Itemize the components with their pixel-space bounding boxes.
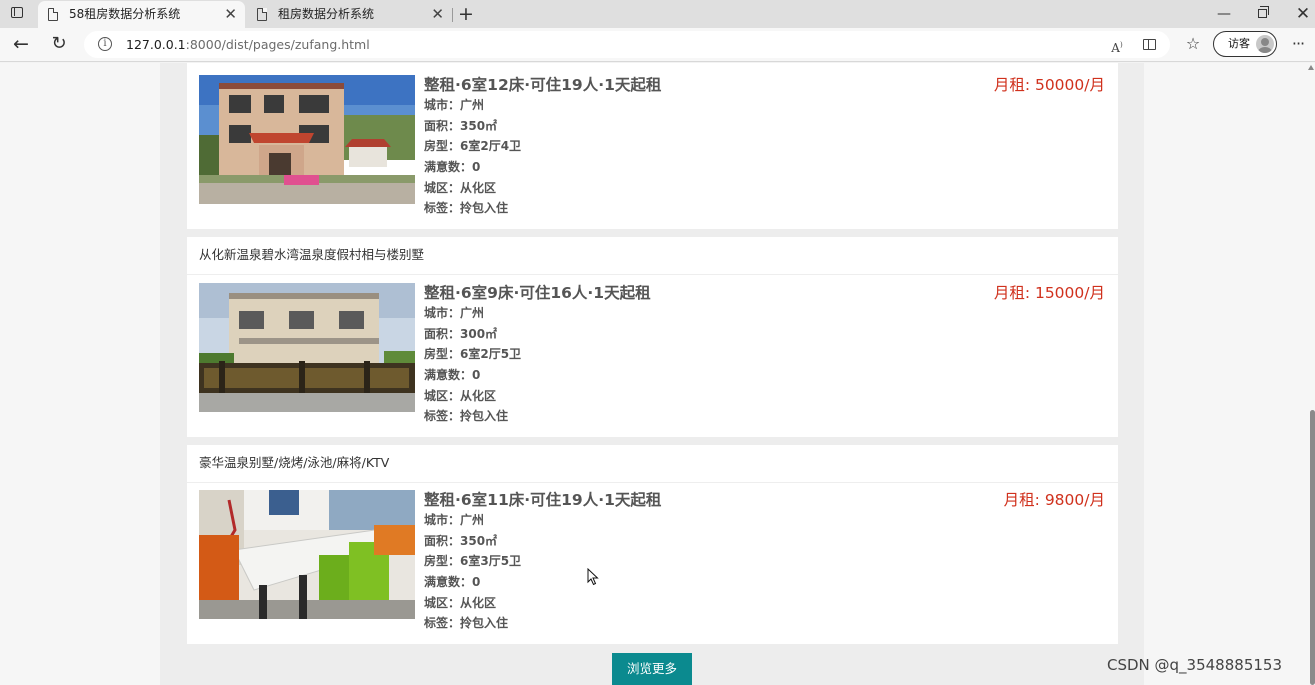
listing-photo[interactable] — [199, 490, 415, 619]
listing-title[interactable]: 豪华温泉别墅/烧烤/泳池/麻将/KTV — [199, 445, 389, 481]
listing-headline[interactable]: 整租·6室12床·可住19人·1天起租 — [424, 75, 924, 95]
listing-price: 月租: 50000/月 — [993, 76, 1105, 94]
listing-satisfaction: 满意数：0 — [424, 160, 481, 175]
more-icon[interactable]: ··· — [1288, 32, 1308, 56]
listing-card[interactable]: 豪华温泉别墅/烧烤/泳池/麻将/KTV 整租·6室11床·可住19人·1天起租 … — [187, 445, 1118, 644]
window-close-icon[interactable]: ✕ — [1293, 2, 1313, 26]
villa-photo-image — [199, 283, 415, 412]
close-icon[interactable]: ✕ — [431, 1, 444, 27]
favorites-icon[interactable]: ☆ — [1183, 34, 1203, 54]
url-text[interactable]: 127.0.0.1:8000/dist/pages/zufang.html — [126, 31, 370, 58]
tab-actions-icon[interactable] — [8, 6, 26, 22]
address-bar[interactable]: i 127.0.0.1:8000/dist/pages/zufang.html … — [84, 31, 1170, 58]
divider — [187, 482, 1118, 483]
reload-icon[interactable]: ↻ — [47, 32, 71, 56]
tab-separator — [452, 8, 453, 22]
page-icon — [257, 8, 267, 21]
watermark: CSDN @q_3548885153 — [1107, 656, 1282, 674]
tab-zufang-system[interactable]: 58租房数据分析系统 ✕ — [38, 1, 245, 28]
listing-city: 城市：广州 — [424, 513, 485, 527]
browser-toolbar: ← ↻ i 127.0.0.1:8000/dist/pages/zufang.h… — [0, 28, 1315, 62]
listing-info: 整租·6室9床·可住16人·1天起租 城市：广州 面积：300㎡ 房型：6室2厅… — [424, 283, 924, 427]
scroll-up-arrow-icon[interactable] — [1308, 65, 1314, 70]
listing-satisfaction: 满意数：0 — [424, 575, 481, 590]
page-icon — [48, 8, 58, 21]
listing-title[interactable]: 从化新温泉碧水湾温泉度假村相与楼别墅 — [199, 237, 424, 273]
dining-room-photo-image — [199, 490, 415, 619]
tab-title: 58租房数据分析系统 — [69, 7, 181, 21]
listing-price: 月租: 9800/月 — [1003, 491, 1105, 509]
avatar-icon — [1256, 35, 1274, 53]
url-host: 127.0.0.1 — [126, 37, 186, 52]
listing-card[interactable]: 从化新温泉碧水湾温泉度假村相与楼别墅 整租·6室9床·可住16人·1天起租 城市… — [187, 237, 1118, 437]
back-arrow-icon[interactable]: ← — [9, 32, 33, 56]
villa-photo-image — [199, 75, 415, 204]
info-icon[interactable]: i — [98, 37, 112, 51]
mouse-cursor-icon — [587, 568, 599, 586]
restore-icon[interactable] — [1252, 2, 1272, 26]
profile-button[interactable]: 访客 — [1213, 31, 1277, 57]
listing-layout: 房型：6室3厅5卫 — [424, 554, 522, 569]
listing-photo[interactable] — [199, 75, 415, 204]
listing-headline[interactable]: 整租·6室9床·可住16人·1天起租 — [424, 283, 924, 303]
listing-layout: 房型：6室2厅4卫 — [424, 139, 522, 154]
tab-rental-system[interactable]: 租房数据分析系统 ✕ — [247, 1, 452, 28]
url-path: :8000/dist/pages/zufang.html — [185, 37, 370, 52]
divider — [187, 274, 1118, 275]
listing-layout: 房型：6室2厅5卫 — [424, 347, 522, 362]
listing-district: 城区：从化区 — [424, 388, 497, 403]
listing-district: 城区：从化区 — [424, 180, 497, 195]
listing-tag: 标签：拎包入住 — [424, 201, 509, 216]
listing-area: 面积：350㎡ — [424, 118, 498, 133]
browse-more-button[interactable]: 浏览更多 — [612, 653, 692, 685]
listing-satisfaction: 满意数：0 — [424, 368, 481, 383]
reader-mode-icon[interactable] — [1140, 36, 1158, 54]
listing-price: 月租: 15000/月 — [993, 284, 1105, 302]
close-icon[interactable]: ✕ — [224, 1, 237, 27]
listing-tag: 标签：拎包入住 — [424, 409, 509, 424]
listing-area: 面积：350㎡ — [424, 533, 498, 548]
listing-city: 城市：广州 — [424, 98, 485, 112]
profile-label: 访客 — [1228, 37, 1250, 50]
listing-headline[interactable]: 整租·6室11床·可住19人·1天起租 — [424, 490, 924, 510]
listing-district: 城区：从化区 — [424, 595, 497, 610]
read-aloud-icon[interactable]: A) — [1108, 36, 1126, 55]
listing-city: 城市：广州 — [424, 306, 485, 320]
listing-info: 整租·6室11床·可住19人·1天起租 城市：广州 面积：350㎡ 房型：6室3… — [424, 490, 924, 634]
listing-tag: 标签：拎包入住 — [424, 616, 509, 631]
listing-card[interactable]: 整租·6室12床·可住19人·1天起租 城市：广州 面积：350㎡ 房型：6室2… — [187, 63, 1118, 229]
minimize-icon[interactable]: — — [1214, 2, 1234, 26]
new-tab-icon[interactable]: + — [457, 2, 475, 26]
tab-strip: 58租房数据分析系统 ✕ 租房数据分析系统 ✕ + — ✕ — [0, 0, 1315, 28]
listing-area: 面积：300㎡ — [424, 326, 498, 341]
scrollbar-thumb[interactable] — [1310, 410, 1315, 685]
tab-title: 租房数据分析系统 — [278, 7, 375, 21]
listing-photo[interactable] — [199, 283, 415, 412]
listing-info: 整租·6室12床·可住19人·1天起租 城市：广州 面积：350㎡ 房型：6室2… — [424, 75, 924, 219]
